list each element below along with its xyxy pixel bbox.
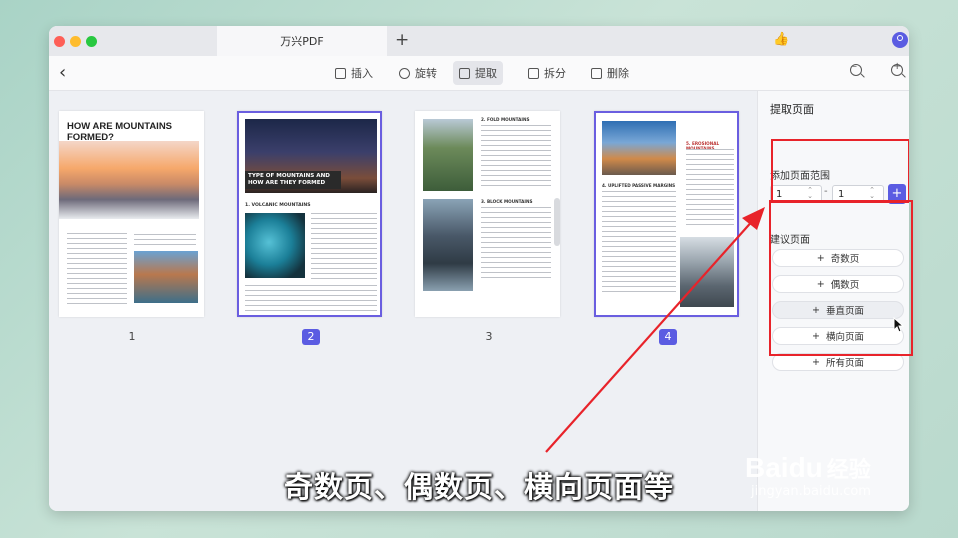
page-thumbnail-area: HOW ARE MOUNTAINS FORMED? 1 TYPE OF MOUN… — [49, 91, 757, 511]
extract-label: 提取 — [475, 67, 497, 80]
section-title: 1. VOLCANIC MOUNTAINS — [245, 203, 311, 208]
zoom-in-icon[interactable]: + — [891, 61, 903, 76]
new-tab-button[interactable]: + — [395, 30, 409, 50]
watermark: Baidu 经验 jingyan.baidu.com — [745, 452, 871, 499]
page-photo — [680, 237, 734, 307]
section-title: 2. FOLD MOUNTAINS — [481, 117, 530, 122]
page-photo — [245, 213, 305, 278]
watermark-url: jingyan.baidu.com — [751, 484, 871, 499]
page-thumbnail-4[interactable]: 5. EROSIONAL MOUNTAINS 4. UPLIFTED PASSI… — [594, 111, 739, 317]
page-number-4[interactable]: 4 — [659, 329, 677, 345]
range-highlight-box — [771, 139, 909, 203]
watermark-brand-cn: 经验 — [826, 458, 871, 483]
trash-icon — [591, 67, 602, 79]
page-photo — [134, 251, 198, 303]
page-photo — [423, 119, 473, 191]
option-label: 所有页面 — [825, 358, 864, 369]
toolbar: ‹ 插入 旋转 提取 拆分 删除 – + — [49, 56, 909, 91]
split-icon — [528, 67, 539, 79]
page-photo — [59, 141, 199, 219]
page-text — [481, 207, 551, 281]
section-title: 4. UPLIFTED PASSIVE MARGINS — [602, 183, 676, 188]
watermark-brand: Baidu — [745, 452, 823, 483]
page-text — [67, 233, 127, 307]
zoom-out-icon[interactable]: – — [850, 61, 862, 76]
tab-title: 万兴PDF — [280, 35, 324, 48]
page-number-1: 1 — [128, 330, 136, 343]
page-text — [311, 213, 377, 283]
section-title: 3. BLOCK MOUNTAINS — [481, 199, 533, 204]
minimize-window-button[interactable] — [70, 36, 81, 47]
page-text — [481, 125, 551, 189]
extract-icon — [459, 67, 470, 79]
title-bar: 万兴PDF + 👍 — [49, 26, 909, 56]
avatar[interactable] — [892, 32, 908, 48]
page-text — [602, 191, 676, 295]
document-tab[interactable]: 万兴PDF — [217, 26, 387, 56]
page-number-2[interactable]: 2 — [302, 329, 320, 345]
page-heading: TYPE OF MOUNTAINS AND HOW ARE THEY FORME… — [245, 171, 341, 189]
page-heading: HOW ARE MOUNTAINS FORMED? — [67, 121, 173, 143]
rotate-label: 旋转 — [415, 67, 437, 80]
plus-icon: + — [812, 356, 820, 368]
suggest-highlight-box — [769, 200, 913, 356]
page-thumbnail-3[interactable]: 2. FOLD MOUNTAINS 3. BLOCK MOUNTAINS — [415, 111, 560, 317]
rotate-button[interactable]: 旋转 — [393, 61, 443, 85]
rotate-icon — [399, 67, 410, 79]
back-button[interactable]: ‹ — [59, 62, 66, 83]
maximize-window-button[interactable] — [86, 36, 97, 47]
insert-icon — [335, 67, 346, 79]
close-window-button[interactable] — [54, 36, 65, 47]
page-photo — [602, 121, 676, 175]
page-text — [134, 234, 196, 246]
insert-button[interactable]: 插入 — [329, 61, 379, 85]
page-text — [686, 149, 734, 229]
page-number-3: 3 — [485, 330, 493, 343]
delete-button[interactable]: 删除 — [585, 61, 635, 85]
panel-title: 提取页面 — [770, 103, 814, 116]
thumbs-up-icon[interactable]: 👍 — [773, 32, 789, 47]
extract-button[interactable]: 提取 — [453, 61, 503, 85]
split-button[interactable]: 拆分 — [522, 61, 572, 85]
scrollbar[interactable] — [554, 198, 560, 246]
page-photo — [423, 199, 473, 291]
page-text — [245, 285, 377, 311]
delete-label: 删除 — [607, 67, 629, 80]
split-label: 拆分 — [544, 67, 566, 80]
insert-label: 插入 — [351, 67, 373, 80]
page-thumbnail-2[interactable]: TYPE OF MOUNTAINS AND HOW ARE THEY FORME… — [237, 111, 382, 317]
page-thumbnail-1[interactable]: HOW ARE MOUNTAINS FORMED? — [59, 111, 204, 317]
